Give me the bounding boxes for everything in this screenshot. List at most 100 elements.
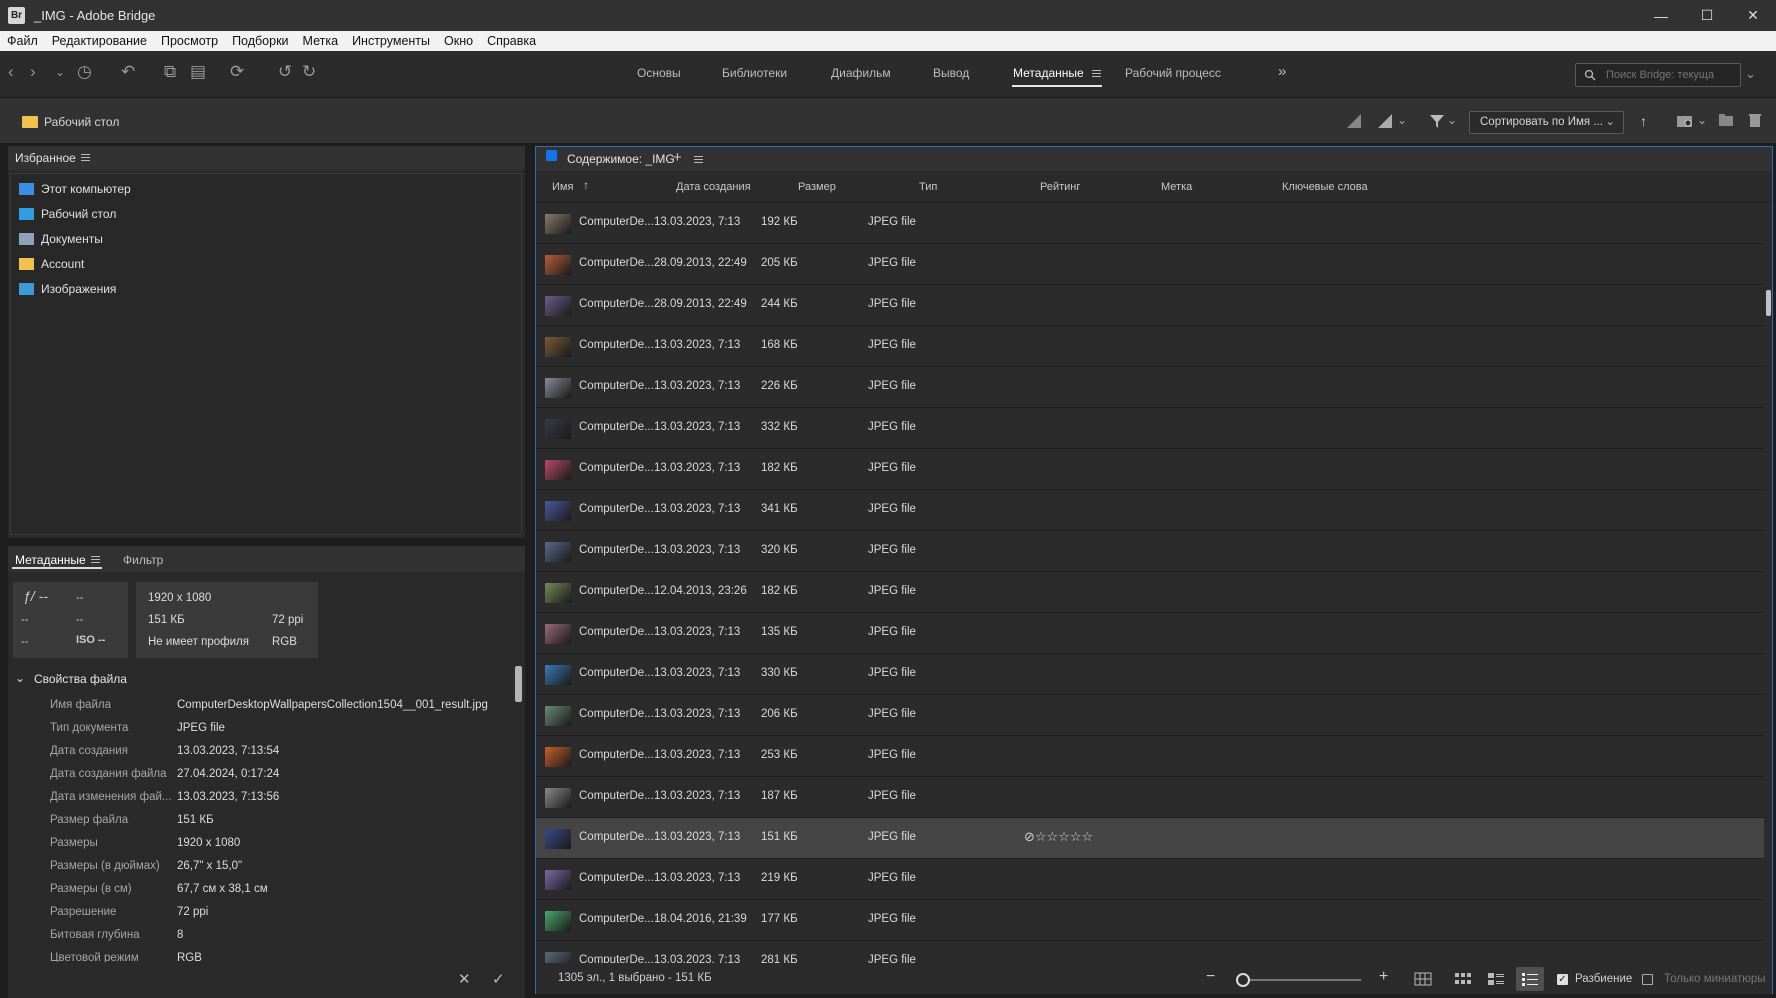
file-name[interactable]: ComputerDe...: [579, 708, 654, 720]
favorite-item-this-pc[interactable]: Этот компьютер: [19, 180, 131, 198]
open-recent-folder-icon[interactable]: [1676, 113, 1694, 128]
maximize-button[interactable]: ☐: [1684, 0, 1730, 31]
column-keywords[interactable]: Ключевые слова: [1282, 181, 1368, 193]
column-type[interactable]: Тип: [919, 181, 937, 193]
file-thumbnail[interactable]: [545, 911, 571, 931]
list-view-button[interactable]: [1516, 967, 1544, 991]
thumbnail-size-slider-handle[interactable]: [1236, 973, 1250, 987]
column-name[interactable]: Имя: [552, 181, 573, 193]
file-thumbnail[interactable]: [545, 296, 571, 316]
favorite-item-desktop[interactable]: Рабочий стол: [19, 205, 116, 223]
workspace-tab-output[interactable]: Вывод: [933, 66, 969, 80]
add-tab-button[interactable]: +: [673, 149, 682, 166]
favorite-item-account[interactable]: Account: [19, 255, 84, 273]
workspace-tab-workflow[interactable]: Рабочий процесс: [1125, 66, 1221, 80]
file-name[interactable]: ComputerDe...: [579, 626, 654, 638]
file-name[interactable]: ComputerDe...: [579, 298, 654, 310]
file-thumbnail[interactable]: [545, 542, 571, 562]
file-name[interactable]: ComputerDe...: [579, 872, 654, 884]
search-input[interactable]: [1606, 67, 1736, 83]
file-row[interactable]: ComputerDe... 13.03.2023, 7:13 281 КБ JPEG …: [536, 941, 1764, 963]
section-title[interactable]: Свойства файла: [34, 672, 127, 686]
chevron-down-icon[interactable]: ⌄: [55, 62, 65, 82]
file-row[interactable]: ComputerDe... 13.03.2023, 7:13 253 КБ JPEG …: [536, 736, 1764, 777]
file-thumbnail[interactable]: [545, 460, 571, 480]
menu-view[interactable]: Просмотр: [154, 34, 225, 48]
search-box[interactable]: [1575, 63, 1741, 87]
menu-stacks[interactable]: Подборки: [225, 34, 295, 48]
favorites-title[interactable]: Избранное: [15, 151, 76, 165]
grid-lock-icon[interactable]: [1414, 972, 1432, 986]
favorite-item-documents[interactable]: Документы: [19, 230, 103, 248]
rating-filter-icon[interactable]: [1377, 113, 1395, 129]
trash-icon[interactable]: [1748, 112, 1762, 128]
new-folder-icon[interactable]: [1718, 113, 1734, 127]
file-thumbnail[interactable]: [545, 747, 571, 767]
file-thumbnail[interactable]: [545, 255, 571, 275]
file-name[interactable]: ComputerDe...: [579, 216, 654, 228]
file-thumbnail[interactable]: [545, 583, 571, 603]
file-thumbnail[interactable]: [545, 378, 571, 398]
panel-menu-icon[interactable]: [81, 154, 90, 161]
file-name[interactable]: ComputerDe...: [579, 749, 654, 761]
zoom-in-button[interactable]: +: [1379, 968, 1388, 986]
sort-ascending-icon[interactable]: ↑: [583, 178, 589, 192]
column-size[interactable]: Размер: [798, 181, 836, 193]
tab-filter[interactable]: Фильтр: [123, 553, 163, 567]
back-icon[interactable]: ‹: [8, 62, 14, 82]
workspace-tab-metadata[interactable]: Метаданные: [1013, 66, 1084, 80]
file-thumbnail[interactable]: [545, 214, 571, 234]
filter-icon[interactable]: [1429, 113, 1445, 129]
workspace-tab-essentials[interactable]: Основы: [637, 66, 681, 80]
file-row[interactable]: ComputerDe... 28.09.2013, 22:49 205 КБ JPEG…: [536, 244, 1764, 285]
content-scrollbar[interactable]: [1764, 203, 1772, 963]
file-row[interactable]: ComputerDe... 13.03.2023, 7:13 219 КБ JPEG …: [536, 859, 1764, 900]
favorite-item-pictures[interactable]: Изображения: [19, 280, 116, 298]
file-thumbnail[interactable]: [545, 952, 571, 963]
refine-icon[interactable]: ▤: [190, 62, 206, 82]
file-row[interactable]: ComputerDe... 13.03.2023, 7:13 332 КБ JPEG …: [536, 408, 1764, 449]
menu-label[interactable]: Метка: [296, 34, 346, 48]
more-workspaces-icon[interactable]: »: [1278, 63, 1286, 80]
sort-select[interactable]: Сортировать по Имя ... ⌄: [1469, 111, 1624, 134]
file-name[interactable]: ComputerDe...: [579, 339, 654, 351]
file-thumbnail[interactable]: [545, 870, 571, 890]
minimize-button[interactable]: —: [1638, 0, 1684, 31]
file-thumbnail[interactable]: [545, 501, 571, 521]
details-view-icon[interactable]: [1488, 972, 1504, 986]
file-row[interactable]: ComputerDe... 13.03.2023, 7:13 320 КБ JPEG …: [536, 531, 1764, 572]
file-name[interactable]: ComputerDe...: [579, 954, 654, 963]
menu-edit[interactable]: Редактирование: [45, 34, 154, 48]
property-value[interactable]: ComputerDesktopWallpapersCollection1504_…: [177, 699, 488, 717]
column-date-created[interactable]: Дата создания: [676, 181, 751, 193]
sort-direction-icon[interactable]: ↑: [1640, 113, 1647, 129]
file-thumbnail[interactable]: [545, 624, 571, 644]
thumbnails-only-checkbox[interactable]: [1642, 974, 1653, 985]
tab-metadata[interactable]: Метаданные: [15, 553, 86, 567]
chevron-down-icon[interactable]: ⌄: [1447, 113, 1457, 127]
return-icon[interactable]: ↶: [121, 62, 135, 82]
chevron-down-icon[interactable]: ⌄: [15, 671, 25, 685]
zoom-out-button[interactable]: −: [1206, 968, 1215, 986]
chevron-down-icon[interactable]: ⌄: [1697, 113, 1707, 127]
file-row[interactable]: ComputerDe... 13.03.2023, 7:13 151 КБ JPEG …: [536, 818, 1764, 859]
forward-icon[interactable]: ›: [30, 62, 36, 82]
workspace-tab-libraries[interactable]: Библиотеки: [722, 66, 787, 80]
file-row[interactable]: ComputerDe... 13.03.2023, 7:13 135 КБ JPEG …: [536, 613, 1764, 654]
search-options-chevron-icon[interactable]: ⌄: [1745, 64, 1756, 84]
file-row[interactable]: ComputerDe... 13.03.2023, 7:13 226 КБ JPEG …: [536, 367, 1764, 408]
file-name[interactable]: ComputerDe...: [579, 585, 654, 597]
photoshop-icon[interactable]: ⟳: [230, 62, 244, 82]
file-name[interactable]: ComputerDe...: [579, 544, 654, 556]
file-thumbnail[interactable]: [545, 665, 571, 685]
file-row[interactable]: ComputerDe... 13.03.2023, 7:13 341 КБ JPEG …: [536, 490, 1764, 531]
menu-file[interactable]: Файл: [0, 34, 45, 48]
file-name[interactable]: ComputerDe...: [579, 667, 654, 679]
file-name[interactable]: ComputerDe...: [579, 380, 654, 392]
file-thumbnail[interactable]: [545, 788, 571, 808]
file-name[interactable]: ComputerDe...: [579, 462, 654, 474]
column-label[interactable]: Метка: [1161, 181, 1192, 193]
split-checkbox[interactable]: ✓: [1557, 974, 1568, 985]
thumbnails-view-icon[interactable]: [1455, 972, 1471, 986]
file-row[interactable]: ComputerDe... 13.03.2023, 7:13 330 КБ JPEG …: [536, 654, 1764, 695]
